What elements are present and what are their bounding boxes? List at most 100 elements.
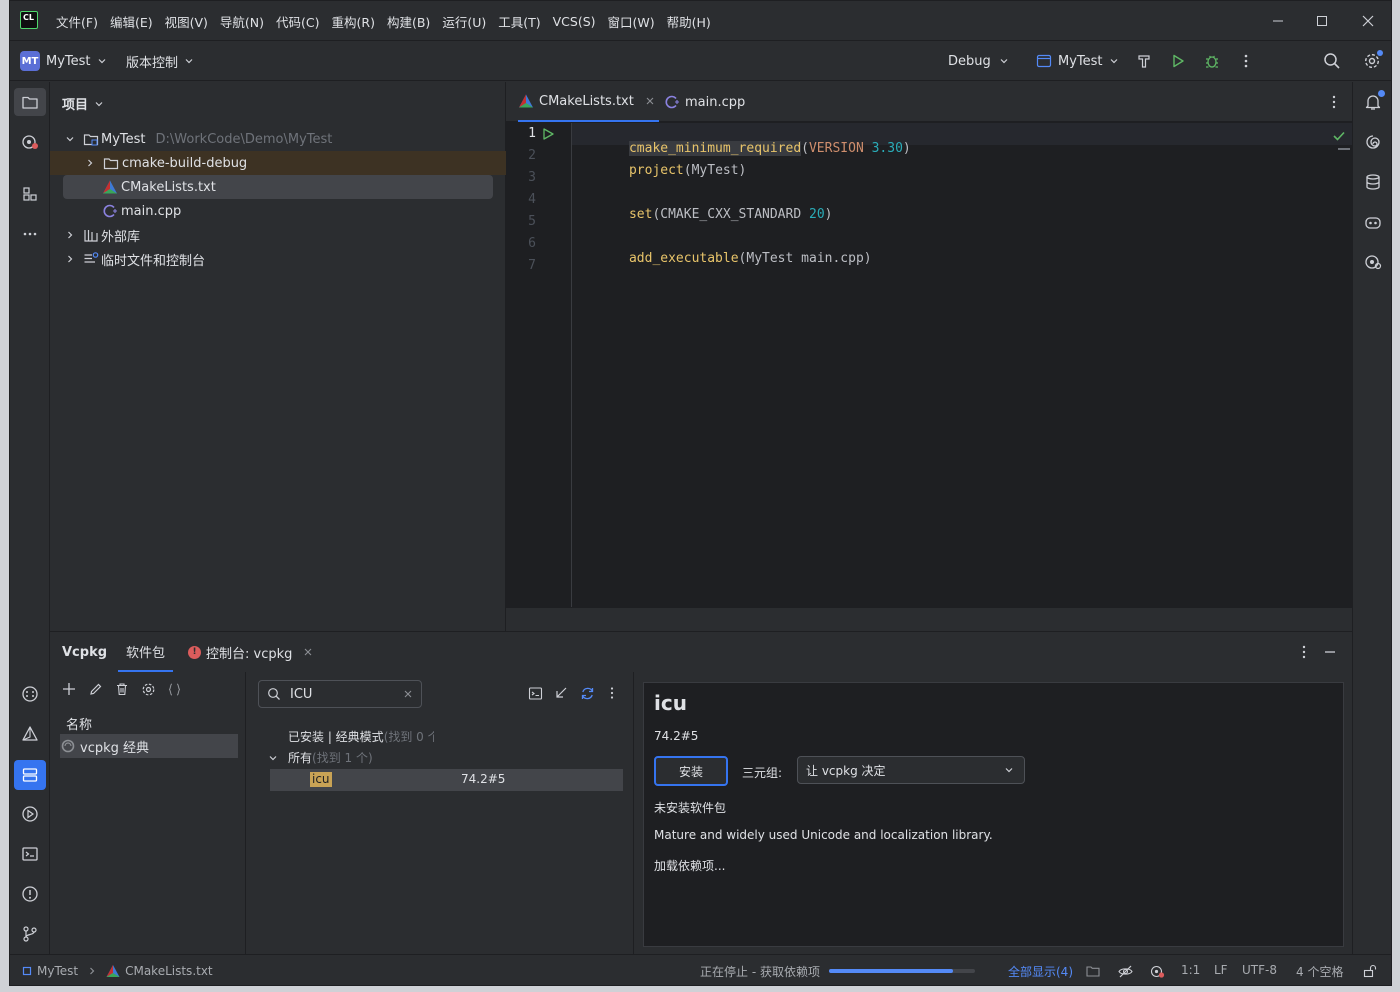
- menu-build[interactable]: 构建(B): [381, 12, 436, 31]
- project-panel-header[interactable]: 项目: [62, 94, 104, 113]
- chevron-down-icon: [1110, 59, 1117, 64]
- tree-row-cmake-build-debug[interactable]: cmake-build-debug: [50, 151, 506, 175]
- menu-run[interactable]: 运行(U): [436, 12, 492, 31]
- installed-group-row[interactable]: 已安装 | 经典模式 (找到 0 个): [288, 728, 434, 745]
- right-tool-strip: [1352, 82, 1391, 954]
- editor-tab-main-cpp[interactable]: main.cpp: [664, 82, 745, 122]
- menu-file[interactable]: 文件(F): [50, 12, 104, 31]
- package-details-panel: icu 74.2#5 安装 三元组: 让 vcpkg 决定 未安装软件包 Mat…: [643, 682, 1344, 947]
- braces-icon: [168, 682, 180, 696]
- registry-settings-button[interactable]: [137, 678, 159, 700]
- cmake-file-icon: [103, 180, 117, 194]
- run-target-selector[interactable]: MyTest: [1036, 49, 1119, 73]
- settings-button[interactable]: [1360, 49, 1384, 73]
- tab-packages[interactable]: 软件包: [118, 632, 174, 672]
- tree-row-scratches[interactable]: 临时文件和控制台: [50, 247, 506, 271]
- add-registry-button[interactable]: [58, 678, 80, 700]
- notifications-button[interactable]: [1358, 88, 1388, 116]
- vcpkg-tool-button[interactable]: [14, 760, 46, 790]
- close-tab-icon[interactable]: [303, 647, 313, 657]
- tree-row-cmakelists[interactable]: CMakeLists.txt: [63, 175, 493, 199]
- code-line-2[interactable]: project(MyTest): [582, 148, 746, 193]
- project-tool-button[interactable]: [14, 88, 46, 116]
- problems-tool-button[interactable]: [14, 880, 46, 908]
- editor-tab-cmakelists[interactable]: CMakeLists.txt: [518, 82, 659, 122]
- menu-vcs[interactable]: VCS(S): [547, 14, 602, 29]
- project-widget[interactable]: MT MyTest: [20, 49, 113, 73]
- ai-assistant-tool-button[interactable]: [14, 128, 46, 156]
- tool-window-options-button[interactable]: [1292, 640, 1316, 664]
- app-window-icon: [1036, 54, 1052, 68]
- run-button[interactable]: [1166, 49, 1190, 73]
- chevron-down-icon: [269, 755, 277, 760]
- file-encoding[interactable]: UTF-8: [1242, 963, 1277, 977]
- config-selector[interactable]: Debug: [948, 49, 1009, 73]
- tab-console[interactable]: ! 控制台: vcpkg: [188, 632, 313, 672]
- caret-position[interactable]: 1:1: [1181, 963, 1200, 977]
- indent-setting[interactable]: 4 个空格: [1296, 963, 1343, 980]
- refresh-button[interactable]: [576, 682, 598, 704]
- clear-search-icon[interactable]: [403, 689, 413, 699]
- tree-row-main-cpp[interactable]: main.cpp: [50, 199, 506, 223]
- open-console-button[interactable]: [524, 682, 546, 704]
- run-tool-button[interactable]: [14, 800, 46, 828]
- menu-refactor[interactable]: 重构(R): [326, 12, 381, 31]
- triplet-dropdown[interactable]: 让 vcpkg 决定: [797, 756, 1025, 784]
- editor-tabs-menu-button[interactable]: [1322, 90, 1346, 114]
- breadcrumb-file[interactable]: CMakeLists.txt: [125, 964, 213, 978]
- menu-view[interactable]: 视图(V): [159, 12, 214, 31]
- menu-code[interactable]: 代码(C): [270, 12, 325, 31]
- maximize-button[interactable]: [1300, 1, 1344, 41]
- copilot-button[interactable]: [1358, 208, 1388, 236]
- read-only-toggle[interactable]: [1360, 961, 1380, 981]
- vcs-widget[interactable]: 版本控制: [126, 49, 194, 73]
- show-all-tasks-link[interactable]: 全部显示(4): [1008, 963, 1073, 980]
- menu-edit[interactable]: 编辑(E): [104, 12, 159, 31]
- package-search-field[interactable]: ICU: [258, 680, 422, 708]
- minimize-button[interactable]: [1256, 1, 1300, 41]
- run-gutter-icon[interactable]: [541, 127, 555, 141]
- services-tool-button[interactable]: [14, 680, 46, 708]
- ai-status-button[interactable]: [1147, 961, 1167, 981]
- breadcrumb-project[interactable]: MyTest: [37, 964, 78, 978]
- install-button[interactable]: 安装: [654, 756, 728, 786]
- ai-assistant-right-button[interactable]: [1358, 248, 1388, 276]
- tree-row-root[interactable]: MyTest D:\WorkCode\Demo\MyTest: [50, 127, 506, 151]
- packages-menu-button[interactable]: [602, 682, 622, 704]
- code-line-6[interactable]: add_executable(MyTest main.cpp): [582, 236, 872, 281]
- menu-window[interactable]: 窗口(W): [602, 12, 661, 31]
- ai-chat-button[interactable]: [1358, 128, 1388, 156]
- more-tools-button[interactable]: [14, 220, 46, 248]
- menu-navigate[interactable]: 导航(N): [214, 12, 270, 31]
- hide-tool-window-button[interactable]: [1318, 640, 1342, 664]
- collapse-button[interactable]: [550, 682, 572, 704]
- structure-tool-button[interactable]: [14, 180, 46, 208]
- cmake-tool-button[interactable]: [14, 720, 46, 748]
- app-logo[interactable]: CL: [20, 11, 38, 29]
- inspections-off-button[interactable]: [1115, 961, 1135, 981]
- package-row[interactable]: icu 74.2#5: [270, 769, 623, 791]
- vcs-label: 版本控制: [126, 55, 179, 71]
- close-window-button[interactable]: [1346, 1, 1390, 41]
- background-task-text[interactable]: 正在停止 - 获取依赖项: [700, 963, 820, 980]
- menu-tools[interactable]: 工具(T): [492, 12, 546, 31]
- database-button[interactable]: [1358, 168, 1388, 196]
- line-ending[interactable]: LF: [1214, 963, 1228, 977]
- status-folder-button[interactable]: [1083, 961, 1103, 981]
- build-button[interactable]: [1132, 49, 1156, 73]
- editor-scrollbar-marker[interactable]: [1338, 148, 1350, 150]
- edit-registry-button[interactable]: [85, 678, 107, 700]
- code-line-4[interactable]: set(CMAKE_CXX_STANDARD 20): [582, 192, 833, 237]
- tree-row-external-libraries[interactable]: 外部库: [50, 223, 506, 247]
- terminal-tool-button[interactable]: [14, 840, 46, 868]
- registry-item[interactable]: vcpkg 经典: [60, 734, 238, 758]
- search-everywhere-button[interactable]: [1320, 49, 1344, 73]
- more-actions-button[interactable]: [1234, 49, 1258, 73]
- close-tab-icon[interactable]: [645, 96, 655, 106]
- registry-json-button[interactable]: [163, 678, 185, 700]
- all-group-row[interactable]: 所有 (找到 1 个): [268, 749, 373, 766]
- git-tool-button[interactable]: [14, 920, 46, 948]
- debug-button[interactable]: [1200, 49, 1224, 73]
- menu-help[interactable]: 帮助(H): [661, 12, 717, 31]
- delete-registry-button[interactable]: [111, 678, 133, 700]
